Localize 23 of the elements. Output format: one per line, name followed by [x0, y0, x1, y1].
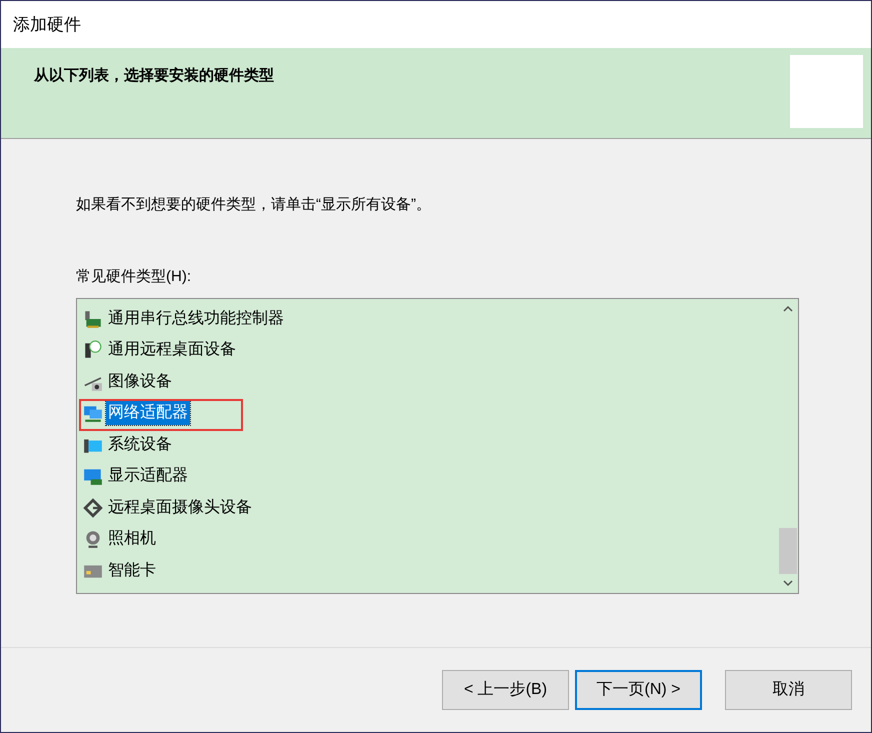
scroll-down-icon[interactable] — [783, 580, 793, 587]
list-label: 常见硬件类型(H): — [76, 266, 192, 286]
dialog-button[interactable]: 下一页(N) > — [575, 670, 702, 710]
dialog-button[interactable]: 取消 — [725, 670, 852, 710]
scroll-up-icon[interactable] — [783, 305, 793, 312]
list-item[interactable]: 照相机 — [106, 527, 158, 552]
scroll-thumb[interactable] — [779, 528, 797, 574]
window-title: 添加硬件 — [13, 14, 81, 36]
diamond-icon — [83, 498, 103, 518]
instruction-text: 如果看不到想要的硬件类型，请单击“显示所有设备”。 — [76, 195, 432, 215]
header-title: 从以下列表，选择要安装的硬件类型 — [34, 66, 274, 86]
dialog-button[interactable]: < 上一步(B) — [442, 670, 569, 710]
list-item[interactable]: 通用串行总线功能控制器 — [106, 306, 286, 331]
list-item[interactable]: 远程桌面摄像头设备 — [106, 496, 254, 520]
list-item[interactable]: 图像设备 — [106, 370, 174, 394]
list-item[interactable]: 通用远程桌面设备 — [106, 338, 238, 362]
list-item[interactable]: 网络适配器 — [106, 401, 190, 426]
list-item[interactable]: 显示适配器 — [106, 464, 190, 488]
hardware-list[interactable]: 通用串行总线功能控制器 通用远程桌面设备 图像设备 网络适配器 系统设备 显示适配器 远程桌面摄像头设备 照相机 智能卡 — [76, 298, 799, 594]
monitor-icon — [83, 340, 103, 360]
list-item[interactable]: 系统设备 — [106, 432, 174, 457]
list-item[interactable]: 智能卡 — [106, 558, 158, 583]
card-icon — [83, 308, 103, 329]
